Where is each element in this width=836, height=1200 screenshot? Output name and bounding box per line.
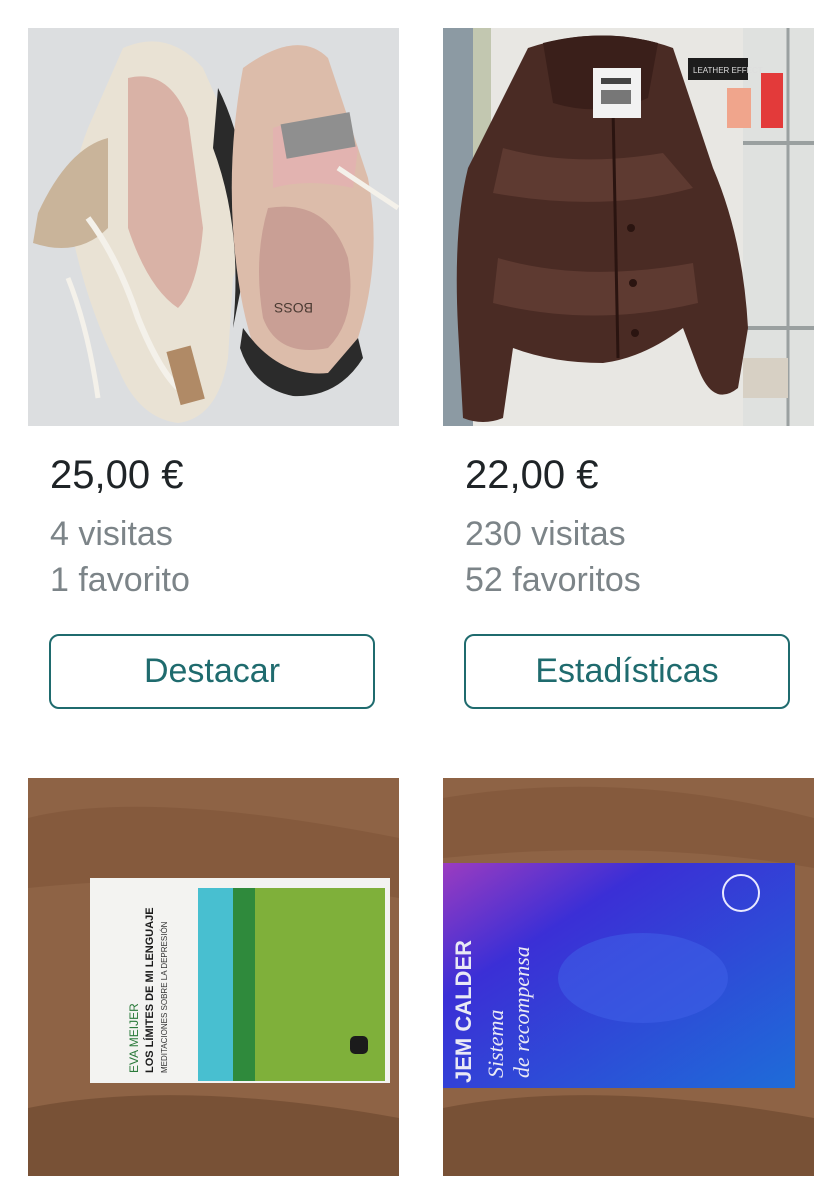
svg-text:EVA MEIJER: EVA MEIJER (127, 1003, 141, 1073)
product-image-jacket[interactable]: LEATHER EFFECT (443, 28, 814, 426)
feature-button[interactable]: Destacar (49, 634, 375, 709)
product-card[interactable]: LEATHER EFFECT 22,00 € 230 visitas 52 fa… (443, 28, 815, 709)
svg-text:de recompensa: de recompensa (509, 946, 534, 1078)
svg-text:LOS LÍMITES DE MI LENGUAJE: LOS LÍMITES DE MI LENGUAJE (143, 907, 156, 1073)
product-card[interactable]: BOSS 25,00 € 4 visitas 1 favorito Destac… (28, 28, 400, 709)
product-favorites: 52 favoritos (465, 561, 641, 599)
product-card[interactable]: EVA MEIJER LOS LÍMITES DE MI LENGUAJE ME… (28, 778, 400, 1176)
product-card[interactable]: JEM CALDER Sistema de recompensa (443, 778, 815, 1176)
svg-text:MEDITACIONES SOBRE LA DEPRESIÓ: MEDITACIONES SOBRE LA DEPRESIÓN (160, 921, 169, 1073)
svg-text:JEM CALDER: JEM CALDER (451, 940, 476, 1083)
svg-text:LEATHER EFFECT: LEATHER EFFECT (693, 66, 763, 75)
product-visits: 230 visitas (465, 515, 626, 553)
product-image-sneakers[interactable]: BOSS (28, 28, 399, 426)
leather-jacket-photo: LEATHER EFFECT (443, 28, 814, 426)
statistics-button[interactable]: Estadísticas (464, 634, 790, 709)
svg-text:BOSS: BOSS (274, 300, 313, 316)
product-favorites: 1 favorito (50, 561, 190, 599)
product-price: 22,00 € (465, 453, 599, 497)
product-image-book[interactable]: EVA MEIJER LOS LÍMITES DE MI LENGUAJE ME… (28, 778, 399, 1176)
sneakers-photo: BOSS (28, 28, 399, 426)
book-photo: JEM CALDER Sistema de recompensa (443, 778, 814, 1176)
svg-text:Sistema: Sistema (483, 1010, 508, 1078)
book-photo: EVA MEIJER LOS LÍMITES DE MI LENGUAJE ME… (28, 778, 399, 1176)
product-price: 25,00 € (50, 453, 184, 497)
product-visits: 4 visitas (50, 515, 173, 553)
product-image-book[interactable]: JEM CALDER Sistema de recompensa (443, 778, 814, 1176)
